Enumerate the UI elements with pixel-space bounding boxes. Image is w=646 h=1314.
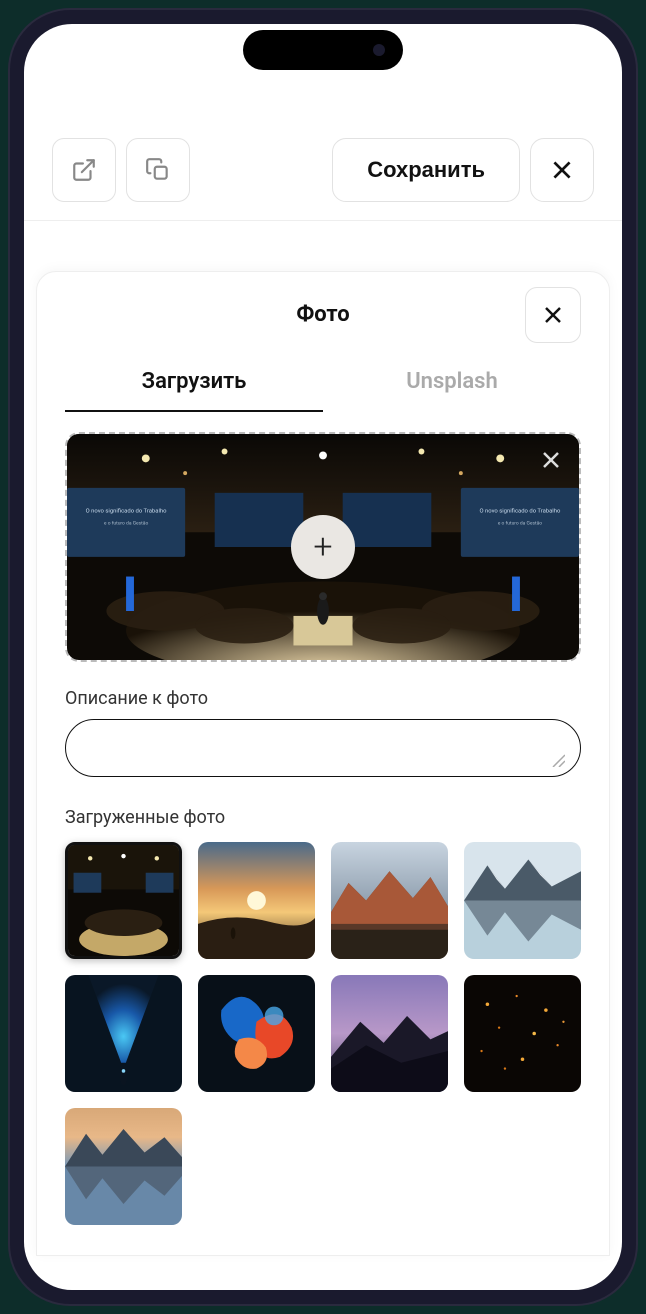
notch <box>243 30 403 70</box>
thumbnail-image <box>198 975 315 1092</box>
remove-photo-button[interactable] <box>539 448 563 476</box>
thumbnail-image <box>198 842 315 959</box>
photo-panel: Фото Загрузить Unsplash <box>36 271 610 1256</box>
description-label: Описание к фото <box>65 688 581 709</box>
thumbnail-image <box>331 975 448 1092</box>
thumbnail-mountains-red[interactable] <box>331 842 448 959</box>
thumbnail-lake-sunset[interactable] <box>65 1108 182 1225</box>
svg-text:O novo significado do Trabalho: O novo significado do Trabalho <box>480 508 561 515</box>
thumbnail-mountain-dusk[interactable] <box>331 975 448 1092</box>
save-button[interactable]: Сохранить <box>332 138 520 202</box>
tab-unsplash[interactable]: Unsplash <box>323 357 581 412</box>
external-link-button[interactable] <box>52 138 116 202</box>
thumbnail-image <box>65 975 182 1092</box>
close-icon <box>549 157 575 183</box>
svg-text:e o futuro da Gestão: e o futuro da Gestão <box>104 519 149 526</box>
tabs: Загрузить Unsplash <box>65 357 581 412</box>
copy-icon <box>145 157 171 183</box>
toolbar: Сохранить <box>24 124 622 221</box>
thumbnail-image <box>68 845 179 956</box>
copy-button[interactable] <box>126 138 190 202</box>
thumbnail-grid <box>65 842 581 1225</box>
thumbnail-image <box>331 842 448 959</box>
phone-frame: Сохранить Фото Загрузить Unsplash <box>10 10 636 1304</box>
thumbnail-image <box>65 1108 182 1225</box>
thumbnail-sunset-desert[interactable] <box>198 842 315 959</box>
thumbnail-image <box>464 975 581 1092</box>
app-content: Сохранить Фото Загрузить Unsplash <box>24 24 622 1290</box>
screen: Сохранить Фото Загрузить Unsplash <box>24 24 622 1290</box>
add-photo-button[interactable]: + <box>291 515 355 579</box>
photo-preview[interactable]: O novo significado do Trabalho e o futur… <box>65 432 581 662</box>
description-input[interactable] <box>65 719 581 777</box>
external-link-icon <box>71 157 97 183</box>
thumbnail-conference[interactable] <box>65 842 182 959</box>
description-input-wrap <box>65 719 581 777</box>
svg-text:e o futuro da Gestão: e o futuro da Gestão <box>498 519 543 526</box>
plus-icon: + <box>313 527 332 567</box>
thumbnail-abstract-ink[interactable] <box>198 975 315 1092</box>
svg-text:O novo significado do Trabalho: O novo significado do Trabalho <box>86 508 167 515</box>
uploaded-label: Загруженные фото <box>65 807 581 828</box>
close-icon <box>539 448 563 472</box>
tab-upload[interactable]: Загрузить <box>65 357 323 412</box>
close-button[interactable] <box>530 138 594 202</box>
thumbnail-lake-reflection[interactable] <box>464 842 581 959</box>
panel-title: Фото <box>296 302 349 327</box>
panel-close-button[interactable] <box>525 287 581 343</box>
thumbnail-image <box>464 842 581 959</box>
thumbnail-cave-blue[interactable] <box>65 975 182 1092</box>
thumbnail-lanterns-night[interactable] <box>464 975 581 1092</box>
panel-header: Фото <box>65 302 581 327</box>
close-icon <box>541 303 565 327</box>
